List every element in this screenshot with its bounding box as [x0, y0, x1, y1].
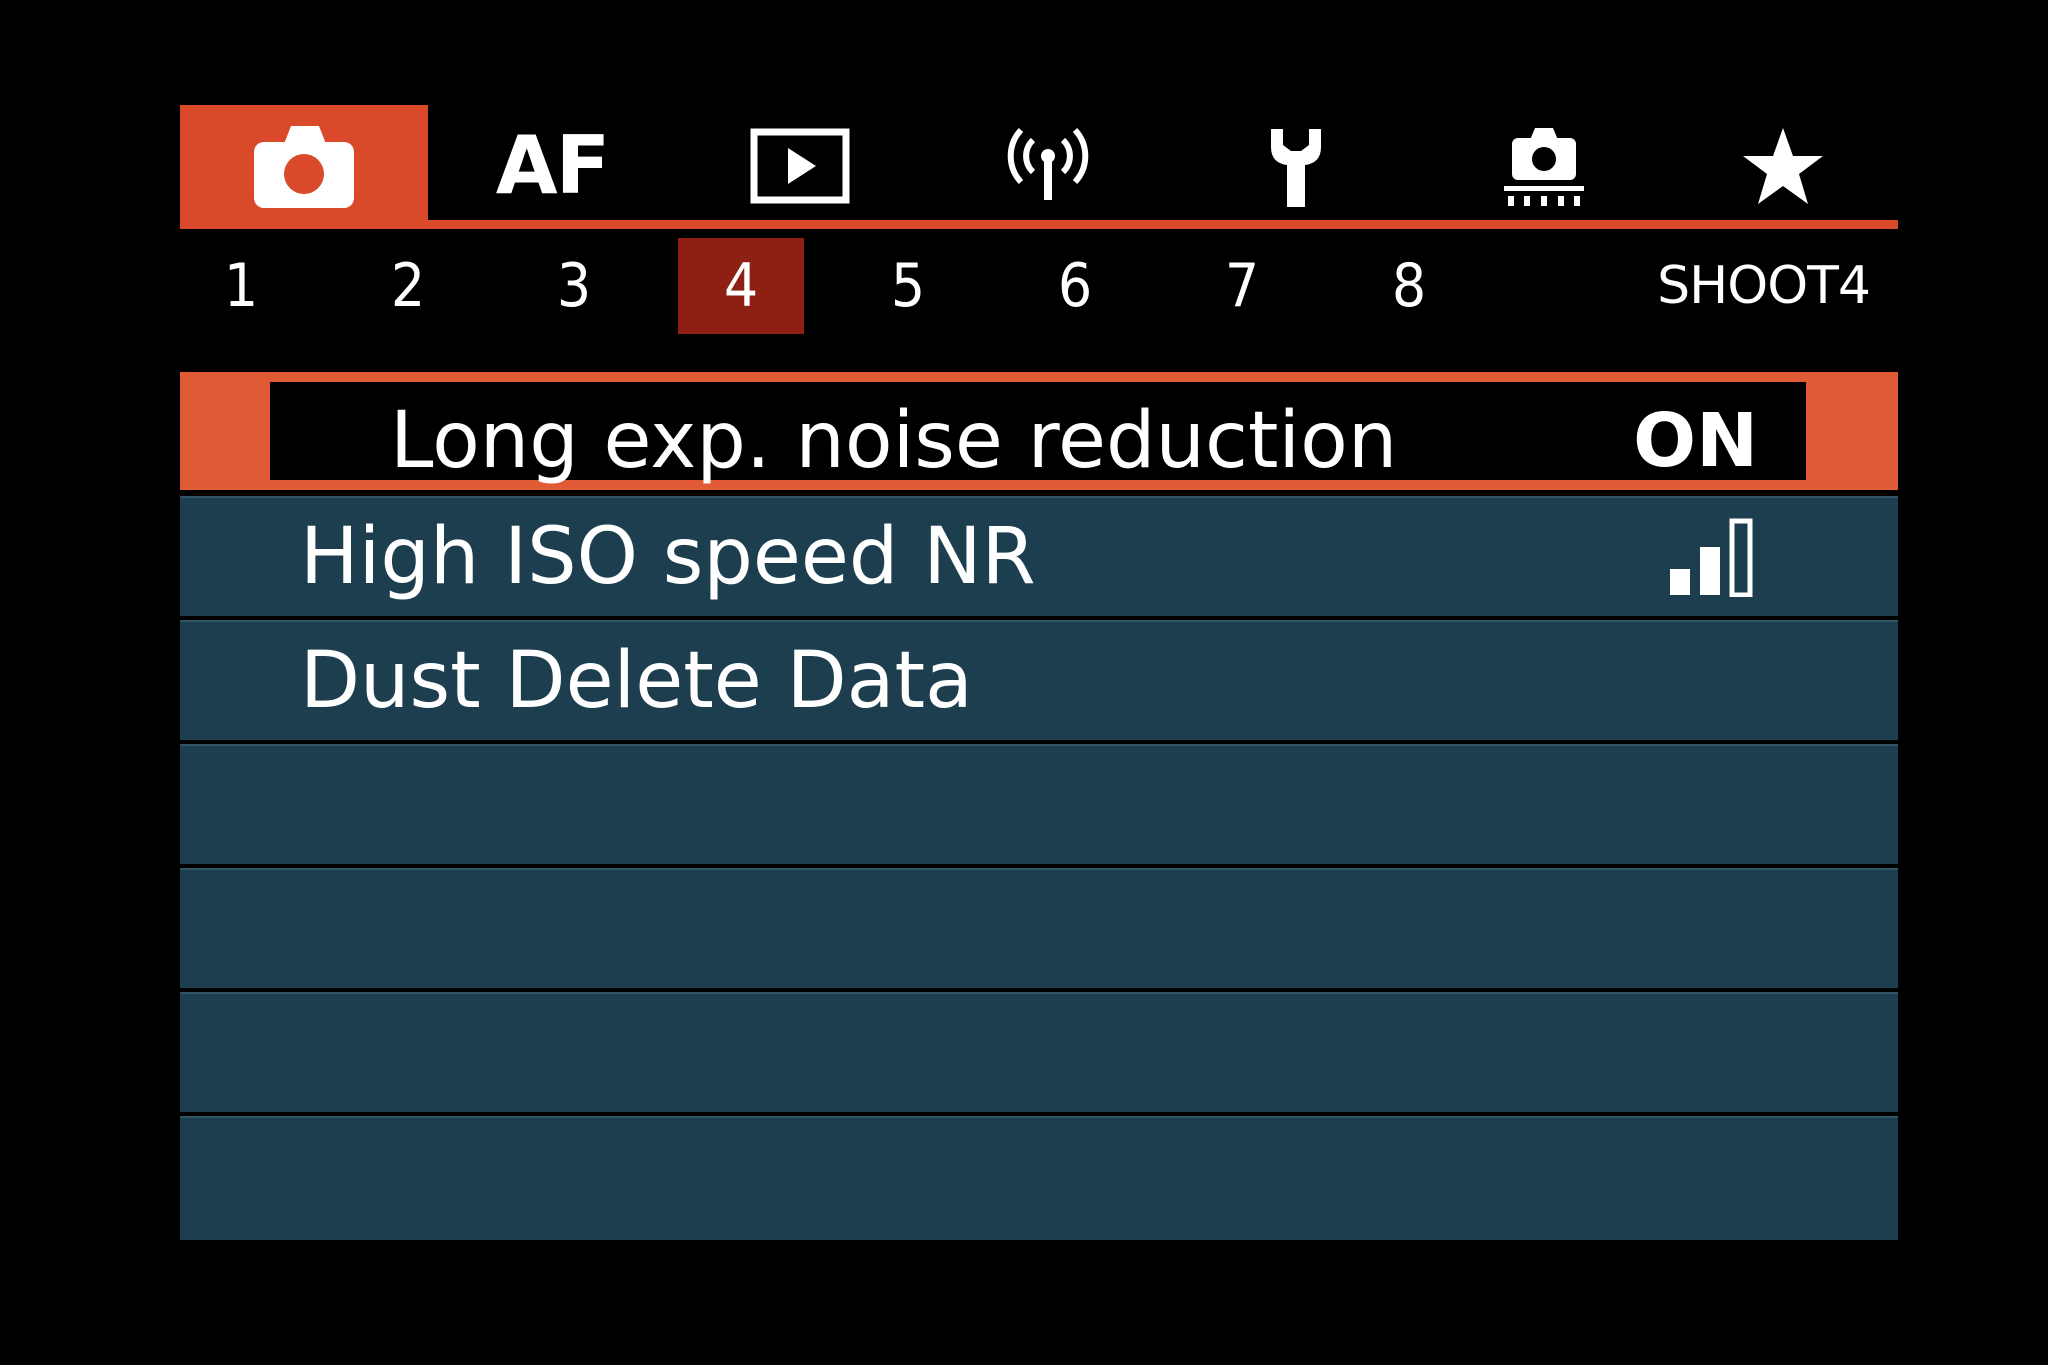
- menu-item-empty: [180, 992, 1898, 1112]
- page-4[interactable]: 4: [678, 238, 804, 334]
- tab-af[interactable]: AF: [428, 105, 676, 227]
- menu-item-label: High ISO speed NR: [300, 512, 1036, 602]
- camera-menu-screen: AF 1 2 3 4 5 6 7 8 SHOOT4 Long exp. nois…: [0, 0, 2048, 1365]
- tab-setup[interactable]: [1172, 105, 1420, 227]
- camera-icon: [249, 120, 359, 212]
- tab-custom-functions[interactable]: [1420, 105, 1668, 227]
- tab-my-menu[interactable]: [1668, 105, 1898, 227]
- wrench-icon: [1261, 123, 1331, 209]
- page-7[interactable]: 7: [1179, 238, 1305, 334]
- menu-item-long-exp-nr[interactable]: Long exp. noise reduction ON: [180, 372, 1898, 490]
- wireless-icon: [1003, 126, 1093, 206]
- page-title: SHOOT4: [1657, 256, 1871, 316]
- nr-level-icon: [1668, 498, 1758, 616]
- menu-item-empty: [180, 744, 1898, 864]
- menu-item-empty: [180, 1116, 1898, 1240]
- menu-item-label: Dust Delete Data: [300, 636, 973, 726]
- tab-underline: [180, 220, 1898, 229]
- page-8[interactable]: 8: [1346, 238, 1472, 334]
- menu-item-empty: [180, 868, 1898, 988]
- menu-item-dust-delete-data[interactable]: Dust Delete Data: [180, 620, 1898, 740]
- page-3[interactable]: 3: [511, 238, 637, 334]
- menu-item-value: ON: [1633, 398, 1758, 484]
- menu-item-high-iso-nr[interactable]: High ISO speed NR: [180, 496, 1898, 616]
- menu-item-label: Long exp. noise reduction: [390, 396, 1398, 486]
- custom-functions-icon: [1498, 124, 1590, 208]
- page-2[interactable]: 2: [345, 238, 471, 334]
- playback-icon: [750, 128, 850, 204]
- star-icon: [1741, 126, 1825, 206]
- tab-af-label: AF: [495, 119, 611, 212]
- page-5[interactable]: 5: [845, 238, 971, 334]
- tab-shooting[interactable]: [180, 105, 428, 227]
- page-1[interactable]: 1: [178, 238, 304, 334]
- page-6[interactable]: 6: [1012, 238, 1138, 334]
- tab-wireless[interactable]: [924, 105, 1172, 227]
- tab-playback[interactable]: [676, 105, 924, 227]
- selection-cursor: Long exp. noise reduction ON: [270, 382, 1806, 486]
